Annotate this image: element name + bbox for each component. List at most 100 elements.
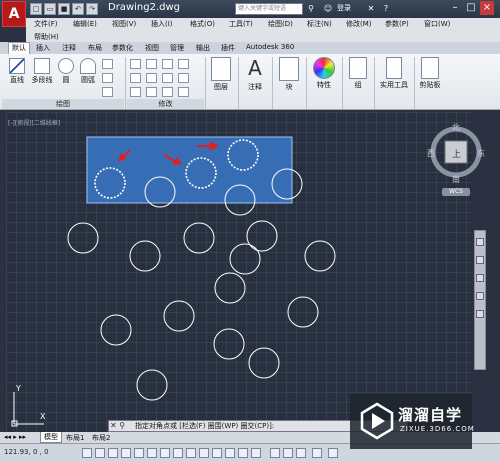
compass-north[interactable]: 北 [452,122,460,133]
workspace-switching-icon[interactable] [328,448,338,458]
command-close-icon[interactable]: ✕ ⚲ [110,421,125,430]
dynamic-input-icon[interactable] [199,448,209,458]
compass-south[interactable]: 南 [452,174,460,185]
explode-icon[interactable] [178,73,189,83]
tab-annotate[interactable]: 注释 [62,43,76,53]
erase-icon[interactable] [178,59,189,69]
new-file-icon[interactable]: □ [30,3,42,15]
block-tool[interactable]: 块 [276,57,302,92]
zoom-icon[interactable] [476,274,484,282]
open-file-icon[interactable]: ▭ [44,3,56,15]
app-menu-button[interactable]: A [2,1,26,27]
cube-top-face[interactable]: 上 [452,147,461,160]
lineweight-icon[interactable] [212,448,222,458]
rotate-icon[interactable] [146,59,157,69]
arc-tool[interactable]: 圆弧 [78,58,98,85]
undo-icon[interactable]: ↶ [72,3,84,15]
object-snap-tracking-icon[interactable] [173,448,183,458]
snap-mode-icon[interactable] [95,448,105,458]
close-button[interactable]: × [480,1,494,15]
tab-nav-arrows[interactable]: ◂◂ ▸ ▸▸ [4,433,26,441]
dynamic-ucs-icon[interactable] [186,448,196,458]
help-icon[interactable]: ? [380,3,392,15]
copy-icon[interactable] [130,73,141,83]
group-tool[interactable]: 组 [346,57,370,90]
fillet-icon[interactable] [162,73,173,83]
offset-icon[interactable] [178,87,189,97]
search-icon[interactable]: ⚲ [305,3,317,15]
tab-default[interactable]: 默认 [8,42,30,54]
line-tool[interactable]: 直线 [6,58,28,85]
region-icon[interactable] [102,87,113,97]
navigation-bar[interactable] [472,230,486,370]
stretch-icon[interactable] [130,87,141,97]
selection-cycling-icon[interactable] [251,448,261,458]
menu-help[interactable]: 帮助(H) [34,31,59,42]
menu-draw[interactable]: 绘图(D) [268,18,307,30]
tab-model[interactable]: 模型 [40,432,62,443]
clipboard-tool[interactable]: 剪贴板 [416,57,444,90]
user-icon[interactable]: ☺ [322,3,334,15]
tab-layout1[interactable]: 布局1 [66,433,84,443]
compass-east[interactable]: 东 [477,148,485,159]
draw-panel-label[interactable]: 绘图 [2,99,124,109]
tab-manage[interactable]: 管理 [170,43,184,53]
properties-tool[interactable]: 特性 [310,57,338,90]
tab-output[interactable]: 输出 [196,43,210,53]
mirror-icon[interactable] [146,73,157,83]
3d-object-snap-icon[interactable] [160,448,170,458]
viewcube[interactable]: 北 南 西 东 上 WCS [427,122,485,196]
login-button[interactable]: 登录 [337,3,351,13]
redo-icon[interactable]: ↷ [86,3,98,15]
drawing-canvas[interactable] [6,112,472,432]
viewport-controls[interactable]: [-][俯视][二维线框] [8,118,60,127]
menu-file[interactable]: 文件(F) [34,18,73,30]
quick-view-drawings-icon[interactable] [296,448,306,458]
quick-properties-icon[interactable] [238,448,248,458]
wcs-menu[interactable]: WCS [442,188,470,196]
maximize-button[interactable]: □ [464,1,478,15]
model-space-icon[interactable] [270,448,280,458]
trim-icon[interactable] [162,59,173,69]
ortho-mode-icon[interactable] [121,448,131,458]
quick-view-layouts-icon[interactable] [283,448,293,458]
save-icon[interactable]: ■ [58,3,70,15]
tab-layout[interactable]: 布局 [88,43,102,53]
move-icon[interactable] [130,59,141,69]
polyline-tool[interactable]: 多段线 [30,58,54,85]
modify-panel-label[interactable]: 修改 [127,99,204,109]
steering-wheel-icon[interactable] [476,238,484,246]
menu-edit[interactable]: 编辑(E) [73,18,112,30]
tab-layout2[interactable]: 布局2 [92,433,110,443]
pan-icon[interactable] [476,256,484,264]
tab-insert[interactable]: 插入 [36,43,50,53]
orbit-icon[interactable] [476,292,484,300]
annotate-tool[interactable]: A 注释 [242,57,268,92]
hatch-icon[interactable] [102,73,113,83]
menu-insert[interactable]: 插入(I) [151,18,190,30]
compass-west[interactable]: 西 [427,148,435,159]
exchange-icon[interactable]: ✕ [365,3,377,15]
circle-tool[interactable]: 圆 [56,58,76,85]
polar-tracking-icon[interactable] [134,448,144,458]
tab-plugins[interactable]: 插件 [221,43,235,53]
annotation-scale-icon[interactable] [312,448,322,458]
menu-dimension[interactable]: 标注(N) [307,18,346,30]
rectangle-icon[interactable] [102,59,113,69]
search-input[interactable]: 键入关键字或短语 [235,3,303,15]
tab-parametric[interactable]: 参数化 [112,43,133,53]
array-icon[interactable] [162,87,173,97]
menu-format[interactable]: 格式(O) [190,18,229,30]
grid-display-icon[interactable] [108,448,118,458]
showmotion-icon[interactable] [476,310,484,318]
menu-parametric[interactable]: 参数(P) [385,18,424,30]
menu-view[interactable]: 视图(V) [112,18,151,30]
tab-autodesk-360[interactable]: Autodesk 360 [246,43,294,51]
menu-window[interactable]: 窗口(W) [424,18,463,30]
menu-modify[interactable]: 修改(M) [346,18,385,30]
object-snap-icon[interactable] [147,448,157,458]
layers-tool[interactable]: 图层 [208,57,234,92]
menu-tools[interactable]: 工具(T) [229,18,268,30]
infer-constraints-icon[interactable] [82,448,92,458]
utilities-tool[interactable]: 实用工具 [376,57,412,90]
